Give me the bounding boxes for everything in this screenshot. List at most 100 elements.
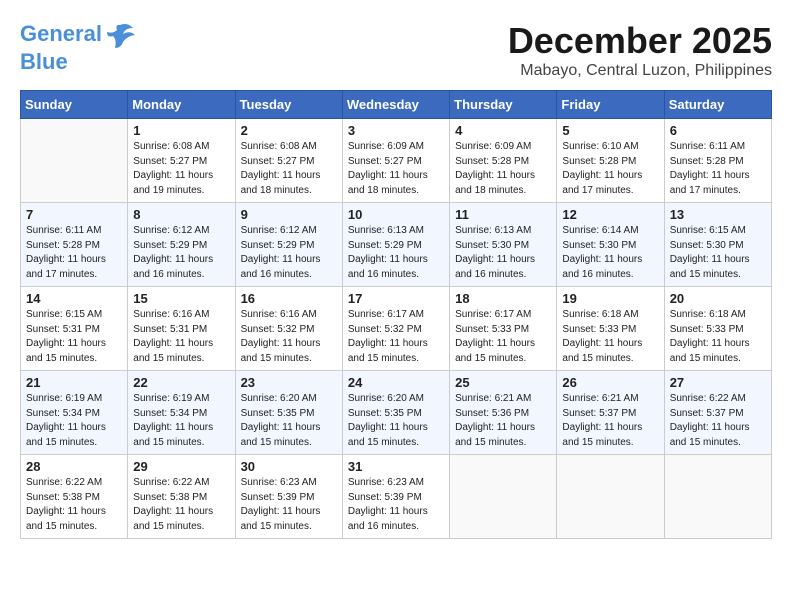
day-number: 19 [562,291,658,306]
day-number: 5 [562,123,658,138]
calendar-header-row: SundayMondayTuesdayWednesdayThursdayFrid… [21,91,772,119]
day-number: 30 [241,459,337,474]
day-info: Sunrise: 6:23 AM Sunset: 5:39 PM Dayligh… [241,476,337,534]
day-info: Sunrise: 6:11 AM Sunset: 5:28 PM Dayligh… [670,140,766,198]
day-info: Sunrise: 6:13 AM Sunset: 5:30 PM Dayligh… [455,224,551,282]
calendar-day-cell: 11 Sunrise: 6:13 AM Sunset: 5:30 PM Dayli… [450,203,557,287]
calendar-day-cell [450,455,557,539]
calendar-day-cell: 23 Sunrise: 6:20 AM Sunset: 5:35 PM Dayli… [235,371,342,455]
calendar-day-cell: 7 Sunrise: 6:11 AM Sunset: 5:28 PM Daylig… [21,203,128,287]
day-number: 7 [26,207,122,222]
day-info: Sunrise: 6:08 AM Sunset: 5:27 PM Dayligh… [241,140,337,198]
day-info: Sunrise: 6:21 AM Sunset: 5:37 PM Dayligh… [562,392,658,450]
day-number: 27 [670,375,766,390]
day-info: Sunrise: 6:15 AM Sunset: 5:31 PM Dayligh… [26,308,122,366]
day-number: 21 [26,375,122,390]
calendar-day-cell: 17 Sunrise: 6:17 AM Sunset: 5:32 PM Dayli… [342,287,449,371]
calendar-day-cell: 6 Sunrise: 6:11 AM Sunset: 5:28 PM Daylig… [664,119,771,203]
weekday-header: Sunday [21,91,128,119]
calendar-week-row: 21 Sunrise: 6:19 AM Sunset: 5:34 PM Dayli… [21,371,772,455]
calendar-day-cell: 10 Sunrise: 6:13 AM Sunset: 5:29 PM Dayli… [342,203,449,287]
calendar-day-cell: 24 Sunrise: 6:20 AM Sunset: 5:35 PM Dayli… [342,371,449,455]
day-number: 10 [348,207,444,222]
day-info: Sunrise: 6:11 AM Sunset: 5:28 PM Dayligh… [26,224,122,282]
day-number: 31 [348,459,444,474]
day-info: Sunrise: 6:12 AM Sunset: 5:29 PM Dayligh… [241,224,337,282]
calendar-day-cell [21,119,128,203]
day-info: Sunrise: 6:21 AM Sunset: 5:36 PM Dayligh… [455,392,551,450]
day-number: 6 [670,123,766,138]
location-label: Mabayo, Central Luzon, Philippines [508,62,772,80]
weekday-header: Friday [557,91,664,119]
day-number: 3 [348,123,444,138]
day-info: Sunrise: 6:20 AM Sunset: 5:35 PM Dayligh… [348,392,444,450]
weekday-header: Monday [128,91,235,119]
day-number: 22 [133,375,229,390]
day-number: 8 [133,207,229,222]
day-info: Sunrise: 6:17 AM Sunset: 5:33 PM Dayligh… [455,308,551,366]
day-info: Sunrise: 6:20 AM Sunset: 5:35 PM Dayligh… [241,392,337,450]
day-number: 2 [241,123,337,138]
calendar-day-cell: 21Sunrise: 6:19 AM Sunset: 5:34 PM Dayli… [21,371,128,455]
calendar-day-cell: 31 Sunrise: 6:23 AM Sunset: 5:39 PM Dayli… [342,455,449,539]
calendar-day-cell [557,455,664,539]
day-info: Sunrise: 6:22 AM Sunset: 5:38 PM Dayligh… [133,476,229,534]
day-info: Sunrise: 6:10 AM Sunset: 5:28 PM Dayligh… [562,140,658,198]
day-number: 11 [455,207,551,222]
day-info: Sunrise: 6:18 AM Sunset: 5:33 PM Dayligh… [562,308,658,366]
logo-text: General Blue [20,20,135,74]
calendar-week-row: 1Sunrise: 6:08 AM Sunset: 5:27 PM Daylig… [21,119,772,203]
calendar-day-cell: 16Sunrise: 6:16 AM Sunset: 5:32 PM Dayli… [235,287,342,371]
day-number: 14 [26,291,122,306]
calendar-day-cell: 2 Sunrise: 6:08 AM Sunset: 5:27 PM Daylig… [235,119,342,203]
calendar-day-cell: 28Sunrise: 6:22 AM Sunset: 5:38 PM Dayli… [21,455,128,539]
logo-bird-icon [105,20,135,50]
day-number: 29 [133,459,229,474]
day-number: 12 [562,207,658,222]
day-number: 25 [455,375,551,390]
calendar-day-cell: 18 Sunrise: 6:17 AM Sunset: 5:33 PM Dayli… [450,287,557,371]
calendar-day-cell: 30 Sunrise: 6:23 AM Sunset: 5:39 PM Dayli… [235,455,342,539]
calendar-week-row: 14 Sunrise: 6:15 AM Sunset: 5:31 PM Dayli… [21,287,772,371]
day-info: Sunrise: 6:23 AM Sunset: 5:39 PM Dayligh… [348,476,444,534]
weekday-header: Tuesday [235,91,342,119]
calendar-day-cell: 13Sunrise: 6:15 AM Sunset: 5:30 PM Dayli… [664,203,771,287]
day-number: 9 [241,207,337,222]
calendar-day-cell: 3 Sunrise: 6:09 AM Sunset: 5:27 PM Daylig… [342,119,449,203]
day-number: 23 [241,375,337,390]
calendar-day-cell: 1Sunrise: 6:08 AM Sunset: 5:27 PM Daylig… [128,119,235,203]
day-info: Sunrise: 6:14 AM Sunset: 5:30 PM Dayligh… [562,224,658,282]
calendar-day-cell: 27Sunrise: 6:22 AM Sunset: 5:37 PM Dayli… [664,371,771,455]
calendar-day-cell: 20Sunrise: 6:18 AM Sunset: 5:33 PM Dayli… [664,287,771,371]
day-number: 17 [348,291,444,306]
calendar-day-cell: 12 Sunrise: 6:14 AM Sunset: 5:30 PM Dayli… [557,203,664,287]
day-number: 18 [455,291,551,306]
calendar-day-cell: 22 Sunrise: 6:19 AM Sunset: 5:34 PM Dayli… [128,371,235,455]
day-info: Sunrise: 6:17 AM Sunset: 5:32 PM Dayligh… [348,308,444,366]
day-info: Sunrise: 6:12 AM Sunset: 5:29 PM Dayligh… [133,224,229,282]
day-number: 24 [348,375,444,390]
day-info: Sunrise: 6:16 AM Sunset: 5:32 PM Dayligh… [241,308,337,366]
calendar-day-cell: 15Sunrise: 6:16 AM Sunset: 5:31 PM Dayli… [128,287,235,371]
calendar-week-row: 7 Sunrise: 6:11 AM Sunset: 5:28 PM Daylig… [21,203,772,287]
month-title: December 2025 [508,20,772,62]
day-info: Sunrise: 6:09 AM Sunset: 5:27 PM Dayligh… [348,140,444,198]
day-number: 4 [455,123,551,138]
calendar-day-cell [664,455,771,539]
calendar-table: SundayMondayTuesdayWednesdayThursdayFrid… [20,90,772,539]
day-number: 26 [562,375,658,390]
calendar-day-cell: 8 Sunrise: 6:12 AM Sunset: 5:29 PM Daylig… [128,203,235,287]
calendar-day-cell: 19 Sunrise: 6:18 AM Sunset: 5:33 PM Dayli… [557,287,664,371]
day-info: Sunrise: 6:08 AM Sunset: 5:27 PM Dayligh… [133,140,229,198]
day-info: Sunrise: 6:22 AM Sunset: 5:38 PM Dayligh… [26,476,122,534]
weekday-header: Wednesday [342,91,449,119]
calendar-day-cell: 4Sunrise: 6:09 AM Sunset: 5:28 PM Daylig… [450,119,557,203]
weekday-header: Thursday [450,91,557,119]
title-block: December 2025 Mabayo, Central Luzon, Phi… [508,20,772,80]
calendar-day-cell: 9 Sunrise: 6:12 AM Sunset: 5:29 PM Daylig… [235,203,342,287]
day-info: Sunrise: 6:13 AM Sunset: 5:29 PM Dayligh… [348,224,444,282]
day-number: 13 [670,207,766,222]
day-info: Sunrise: 6:19 AM Sunset: 5:34 PM Dayligh… [133,392,229,450]
day-number: 20 [670,291,766,306]
day-number: 15 [133,291,229,306]
